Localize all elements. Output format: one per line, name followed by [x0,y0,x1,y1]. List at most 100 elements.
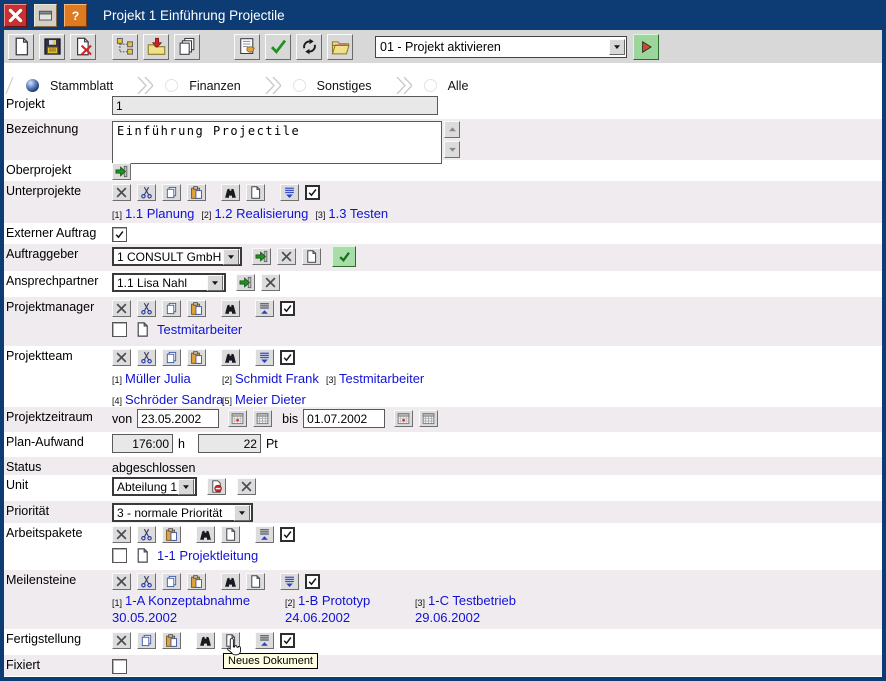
record-link[interactable]: Schröder Sandra [125,392,223,407]
calendar-button[interactable] [419,410,438,427]
cut-button[interactable] [137,184,156,201]
search-button[interactable] [221,184,240,201]
auftraggeber-select[interactable]: 1 CONSULT GmbH [112,247,242,266]
dropdown-arrow-button[interactable] [178,479,194,495]
copy-button[interactable] [137,632,156,649]
tab-alle[interactable]: Alle [412,77,493,94]
goto-button[interactable] [252,248,271,265]
checkbox[interactable] [112,322,127,337]
search-button[interactable] [221,349,240,366]
delete-button[interactable] [261,274,280,291]
expand-list-button[interactable] [280,573,299,590]
von-date-input[interactable] [137,409,219,428]
record-link[interactable]: 1-1 Projektleitung [157,548,258,563]
ansprechpartner-select[interactable]: 1.1 Lisa Nahl [112,273,226,292]
record-link[interactable]: Müller Julia [125,371,191,386]
tab-finanzen[interactable]: Finanzen [153,77,264,94]
close-button[interactable] [4,4,27,27]
run-action-button[interactable] [633,34,659,60]
calendar-button[interactable] [253,410,272,427]
copy-button[interactable] [162,184,181,201]
aufwand-pt-input[interactable] [198,434,261,453]
cut-button[interactable] [137,526,156,543]
select-all-checkbox[interactable] [305,185,320,200]
aufwand-stunden-input[interactable] [112,434,173,453]
edit-form-button[interactable] [234,34,260,60]
date-link[interactable]: 29.06.2002 [415,610,480,625]
date-link[interactable]: 24.06.2002 [285,610,350,625]
record-link[interactable]: 1-B Prototyp [298,593,370,608]
record-link[interactable]: 1.2 Realisierung [214,206,308,221]
delete-button[interactable] [112,573,131,590]
delete-button[interactable] [277,248,296,265]
externer-auftrag-checkbox[interactable] [112,227,127,242]
select-all-checkbox[interactable] [280,633,295,648]
paste-button[interactable] [187,184,206,201]
new-doc-button[interactable] [246,184,265,201]
remove-doc-button[interactable] [207,478,226,495]
copy-button[interactable] [162,349,181,366]
projekt-input[interactable] [112,96,438,115]
record-link[interactable]: 1.3 Testen [328,206,388,221]
window-button[interactable] [34,4,57,27]
delete-button[interactable] [112,300,131,317]
search-button[interactable] [196,526,215,543]
copy-button[interactable] [162,300,181,317]
paste-button[interactable] [187,349,206,366]
record-link[interactable]: 1.1 Planung [125,206,194,221]
oberprojekt-goto-button[interactable] [112,163,131,180]
dropdown-arrow-button[interactable] [223,249,239,265]
goto-button[interactable] [236,274,255,291]
dropdown-arrow-button[interactable] [234,505,250,521]
checkbox[interactable] [112,548,127,563]
copy-button[interactable] [162,573,181,590]
confirm-button[interactable] [265,34,291,60]
paste-button[interactable] [162,632,181,649]
bis-date-input[interactable] [303,409,385,428]
open-folder-button[interactable] [327,34,353,60]
select-all-checkbox[interactable] [280,301,295,316]
prioritaet-select[interactable]: 3 - normale Priorität [112,503,253,522]
record-link[interactable]: Meier Dieter [235,392,306,407]
cut-button[interactable] [137,573,156,590]
expand-list-button[interactable] [255,349,274,366]
action-select[interactable]: 01 - Projekt aktivieren [375,36,627,58]
delete-button[interactable] [112,632,131,649]
cut-button[interactable] [137,349,156,366]
new-doc-button[interactable] [221,526,240,543]
delete-document-button[interactable] [70,34,96,60]
scroll-down-button[interactable] [444,141,460,158]
new-doc-button[interactable] [221,632,240,649]
dropdown-arrow-button[interactable] [609,39,625,55]
collapse-list-button[interactable] [255,300,274,317]
help-button[interactable]: ? [64,4,87,27]
checkin-folder-button[interactable] [143,34,169,60]
record-link[interactable]: 1-C Testbetrieb [428,593,516,608]
scroll-up-button[interactable] [444,121,460,138]
search-button[interactable] [221,300,240,317]
tab-sonstiges[interactable]: Sonstiges [281,77,396,94]
record-link[interactable]: Schmidt Frank [235,371,319,386]
calendar-day-button[interactable] [228,410,247,427]
paste-button[interactable] [187,300,206,317]
refresh-button[interactable] [296,34,322,60]
select-all-checkbox[interactable] [280,527,295,542]
delete-button[interactable] [237,478,256,495]
paste-button[interactable] [162,526,181,543]
delete-button[interactable] [112,526,131,543]
new-doc-button[interactable] [302,248,321,265]
expand-list-button[interactable] [280,184,299,201]
search-button[interactable] [221,573,240,590]
dropdown-arrow-button[interactable] [207,275,223,291]
record-link[interactable]: 1-A Konzeptabnahme [125,593,250,608]
fixiert-checkbox[interactable] [112,659,127,674]
record-link[interactable]: Testmitarbeiter [339,371,424,386]
delete-button[interactable] [112,184,131,201]
calendar-day-button[interactable] [394,410,413,427]
confirm-green-button[interactable] [332,246,356,267]
bezeichnung-textarea[interactable] [112,121,442,164]
date-link[interactable]: 30.05.2002 [112,610,177,625]
save-button[interactable] [39,34,65,60]
hierarchy-button[interactable] [112,34,138,60]
tab-stammblatt[interactable]: Stammblatt [14,77,137,94]
